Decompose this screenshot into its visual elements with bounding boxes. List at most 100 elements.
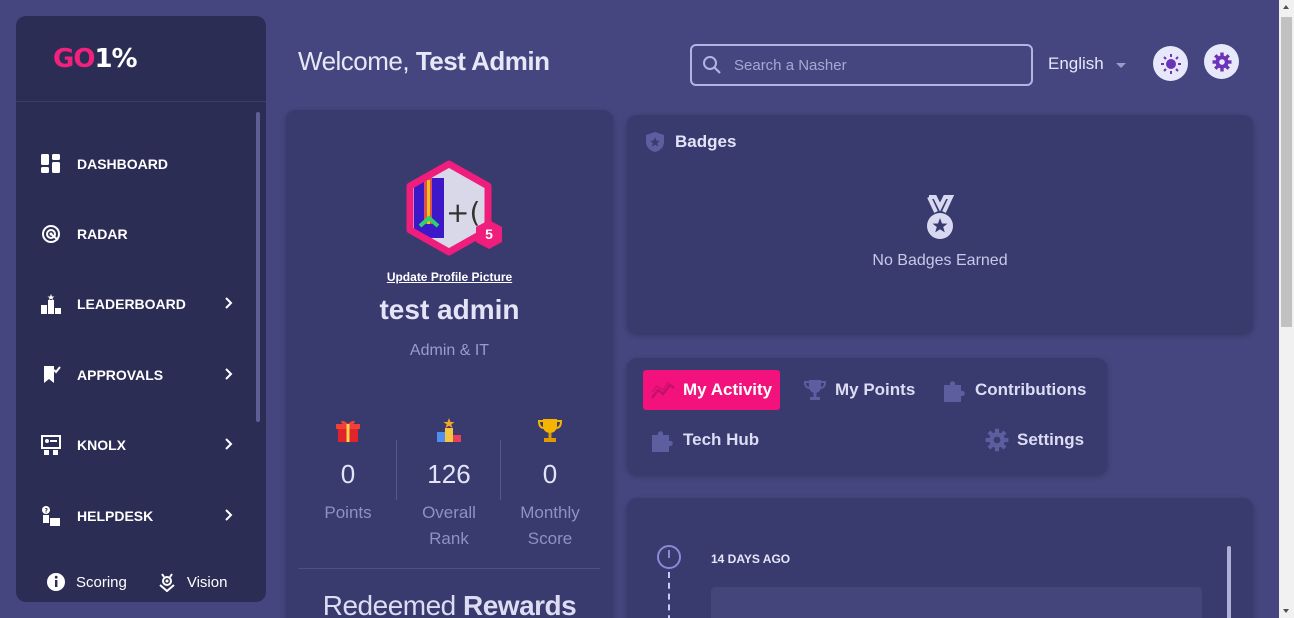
chevron-right-icon bbox=[225, 509, 233, 521]
stat-divider bbox=[396, 440, 397, 500]
profile-name: test admin bbox=[379, 294, 520, 325]
timeline-clock-icon bbox=[657, 545, 681, 569]
puzzle-icon bbox=[652, 431, 673, 452]
search-input[interactable] bbox=[734, 56, 1004, 74]
sidebar-item-knolx[interactable]: KNOLX bbox=[16, 425, 254, 465]
monthly-score-value: 0 bbox=[542, 459, 558, 489]
trophy-icon bbox=[803, 380, 827, 400]
welcome-prefix: Welcome, bbox=[298, 46, 410, 76]
presentation-icon bbox=[41, 435, 61, 455]
bookmark-icon bbox=[41, 365, 61, 385]
profile-role: Admin & IT bbox=[409, 342, 490, 359]
sidebar-item-leaderboard[interactable]: LEADERBOARD bbox=[16, 284, 254, 324]
profile-divider bbox=[298, 568, 600, 569]
settings-button[interactable] bbox=[1204, 44, 1239, 79]
avatar[interactable]: +( 5 bbox=[402, 156, 502, 262]
podium-icon bbox=[41, 294, 61, 314]
tab-contributions[interactable]: Contributions bbox=[933, 370, 1094, 410]
activity-chart-icon bbox=[651, 381, 675, 399]
stat-points: 0 Points bbox=[298, 416, 398, 526]
scoring-label: Scoring bbox=[76, 573, 127, 591]
gear-icon bbox=[985, 428, 1009, 452]
points-label: Points bbox=[324, 503, 372, 522]
badges-title: Badges bbox=[645, 131, 736, 153]
app-logo[interactable]: GO 1% bbox=[16, 16, 266, 102]
trophy-icon bbox=[537, 419, 563, 442]
vision-link[interactable]: Vision bbox=[157, 572, 228, 592]
language-select[interactable]: English bbox=[1048, 54, 1126, 74]
stat-overall-rank: 126 Overall Rank bbox=[399, 416, 499, 552]
activity-timeline: 14 DAYS AGO bbox=[627, 498, 1253, 618]
gear-icon bbox=[1212, 52, 1231, 71]
tab-my-activity[interactable]: My Activity bbox=[643, 370, 781, 410]
scroll-up-icon[interactable] bbox=[1283, 5, 1289, 9]
sidebar-item-label: DASHBOARD bbox=[77, 156, 168, 172]
tab-tech-hub[interactable]: Tech Hub bbox=[641, 420, 767, 460]
chevron-right-icon bbox=[225, 438, 233, 450]
sun-icon bbox=[1160, 53, 1181, 74]
medal-icon bbox=[927, 195, 955, 239]
activity-tabs: My Activity My Points Contributions Tech… bbox=[627, 358, 1107, 474]
sidebar-item-radar[interactable]: RADAR bbox=[16, 214, 254, 254]
welcome-user-name: Test Admin bbox=[415, 46, 550, 76]
logo-percent-text: 1% bbox=[94, 43, 137, 74]
badges-card: Badges No Badges Earned bbox=[627, 115, 1253, 333]
scroll-down-icon[interactable] bbox=[1283, 609, 1289, 613]
sidebar-item-dashboard[interactable]: DASHBOARD bbox=[16, 144, 254, 184]
shield-icon bbox=[646, 132, 664, 152]
timeline-line bbox=[668, 572, 670, 618]
search-icon bbox=[703, 56, 721, 74]
scoring-link[interactable]: Scoring bbox=[46, 572, 127, 592]
stat-monthly-score: 0 Monthly Score bbox=[500, 416, 600, 552]
sidebar-item-label: KNOLX bbox=[77, 437, 126, 453]
puzzle-icon bbox=[944, 381, 965, 402]
dashboard-icon bbox=[41, 154, 61, 174]
podium-icon bbox=[437, 418, 461, 442]
search-box bbox=[690, 44, 1033, 86]
logo-go-text: GO bbox=[53, 43, 95, 74]
info-icon bbox=[47, 573, 65, 591]
tab-settings[interactable]: Settings bbox=[977, 420, 1092, 460]
theme-toggle-button[interactable] bbox=[1153, 46, 1188, 81]
redeemed-light-text: Redeemed bbox=[322, 590, 456, 618]
redeemed-bold-text: Rewards bbox=[463, 590, 577, 618]
tab-label: Contributions bbox=[975, 380, 1087, 399]
vision-icon bbox=[159, 573, 175, 592]
sidebar-item-approvals[interactable]: APPROVALS bbox=[16, 355, 254, 395]
sidebar-footer: Scoring Vision bbox=[46, 572, 227, 592]
sidebar-item-label: HELPDESK bbox=[77, 508, 154, 524]
tab-label: Tech Hub bbox=[683, 430, 760, 449]
sidebar-item-helpdesk[interactable]: ? HELPDESK bbox=[16, 496, 254, 536]
page-scrollbar-thumb[interactable] bbox=[1281, 17, 1292, 327]
welcome-heading: Welcome, Test Admin bbox=[298, 46, 550, 77]
profile-card: +( 5 Update Profile Picture test admin A… bbox=[286, 110, 613, 618]
page-scrollbar[interactable] bbox=[1279, 0, 1294, 618]
caret-down-icon bbox=[1115, 62, 1126, 68]
badges-empty-state: No Badges Earned bbox=[627, 195, 1253, 270]
chevron-right-icon bbox=[225, 368, 233, 380]
no-badges-text: No Badges Earned bbox=[872, 252, 1008, 269]
points-value: 0 bbox=[340, 459, 356, 489]
activity-entry[interactable] bbox=[711, 587, 1202, 618]
sidebar-item-label: APPROVALS bbox=[77, 367, 164, 383]
language-value: English bbox=[1048, 54, 1104, 73]
vision-label: Vision bbox=[186, 573, 228, 591]
overall-rank-label: Overall Rank bbox=[422, 503, 476, 548]
gift-icon bbox=[336, 420, 360, 442]
tab-label: My Activity bbox=[683, 380, 773, 399]
tab-my-points[interactable]: My Points bbox=[795, 370, 923, 410]
overall-rank-value: 126 bbox=[427, 459, 471, 489]
radar-icon bbox=[41, 224, 61, 244]
sidebar: GO 1% DASHBOARD RADAR LEADERBOARD APPROV… bbox=[16, 16, 266, 602]
sidebar-item-label: LEADERBOARD bbox=[77, 296, 186, 312]
monthly-score-label: Monthly Score bbox=[520, 503, 580, 548]
chevron-right-icon bbox=[225, 297, 233, 309]
activity-scrollbar[interactable] bbox=[1227, 546, 1231, 618]
tab-label: Settings bbox=[1017, 430, 1085, 449]
sidebar-scrollbar[interactable] bbox=[256, 112, 260, 422]
svg-text:?: ? bbox=[45, 508, 49, 515]
badges-title-text: Badges bbox=[675, 132, 737, 151]
update-profile-picture-link[interactable]: Update Profile Picture bbox=[286, 270, 613, 284]
tab-label: My Points bbox=[835, 380, 916, 399]
sidebar-item-label: RADAR bbox=[77, 226, 128, 242]
